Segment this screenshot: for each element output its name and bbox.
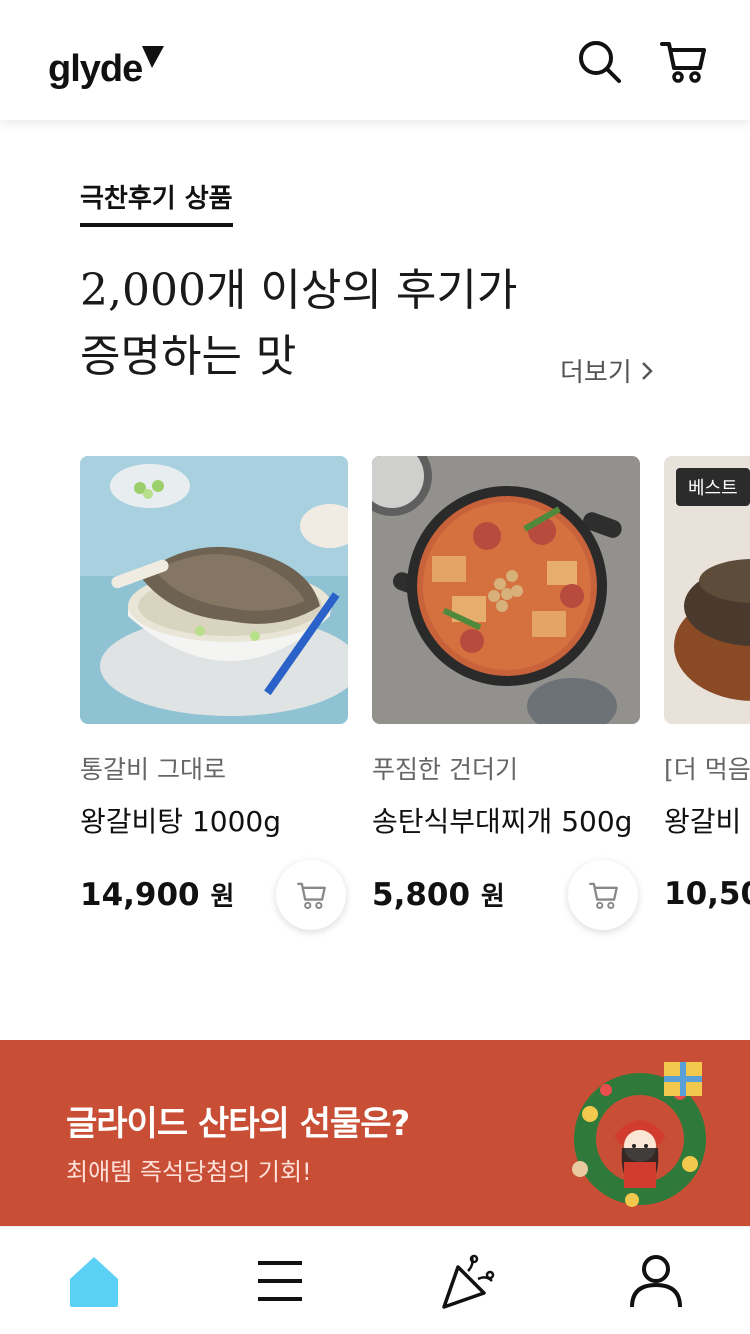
profile-icon[interactable]	[628, 1253, 684, 1309]
chevron-right-icon	[641, 361, 653, 380]
product-image-galbitang[interactable]	[80, 456, 348, 724]
promo-banner[interactable]: 글라이드 산타의 선물은? 최애템 즉석당첨의 기회!	[0, 1040, 750, 1226]
product-price: 14,900 원	[80, 876, 234, 913]
banner-title: 글라이드 산타의 선물은?	[66, 1104, 410, 1144]
product-image-budaejjigae[interactable]	[372, 456, 640, 724]
price-currency: 원	[210, 882, 235, 912]
best-badge: 베스트	[676, 468, 750, 506]
more-link[interactable]: 더보기	[560, 352, 656, 389]
headline-line-2: 증명하는 맛	[80, 331, 297, 382]
product-carousel[interactable]: 통갈비 그대로 왕갈비탕 1000g 14,900 원 푸짐한 건더기 송탄식부…	[0, 456, 750, 956]
cart-icon	[589, 882, 618, 910]
product-card[interactable]: 베스트 [더 먹음 왕갈비 10,50	[664, 456, 750, 912]
section-tag: 극찬후기 상품	[80, 178, 233, 227]
bottom-tab-bar	[0, 1226, 750, 1334]
product-subtitle: 통갈비 그대로	[80, 755, 226, 784]
product-name[interactable]: 왕갈비	[664, 800, 750, 840]
product-image-galbi[interactable]: 베스트	[664, 456, 750, 724]
cart-icon	[297, 882, 326, 910]
cart-icon[interactable]	[660, 38, 706, 84]
santa-wreath-illustration	[572, 1062, 706, 1207]
app-header: glyde	[0, 0, 750, 120]
price-currency: 원	[480, 882, 505, 912]
add-to-cart-button[interactable]	[568, 860, 638, 930]
banner-subtitle: 최애템 즉석당첨의 기회!	[66, 1158, 312, 1186]
product-card[interactable]: 통갈비 그대로 왕갈비탕 1000g 14,900 원	[80, 456, 348, 930]
logo[interactable]: glyde	[48, 48, 143, 91]
product-name[interactable]: 송탄식부대찌개 500g	[372, 800, 640, 840]
product-subtitle: [더 먹음	[664, 755, 750, 784]
search-icon[interactable]	[576, 38, 622, 84]
price-value: 5,800	[372, 877, 471, 913]
price-value: 10,50	[664, 876, 750, 912]
product-price: 5,800 원	[372, 876, 505, 913]
section-headline: 2,000개 이상의 후기가 증명하는 맛	[80, 258, 620, 390]
home-icon[interactable]	[66, 1253, 122, 1309]
product-name[interactable]: 왕갈비탕 1000g	[80, 800, 348, 840]
add-to-cart-button[interactable]	[276, 860, 346, 930]
price-value: 14,900	[80, 877, 200, 913]
menu-icon[interactable]	[252, 1253, 308, 1309]
headline-line-1: 2,000개 이상의 후기가	[80, 265, 518, 316]
logo-arrow-icon	[142, 46, 164, 68]
party-icon[interactable]	[440, 1253, 496, 1309]
more-label: 더보기	[560, 358, 632, 388]
product-price: 10,50	[664, 876, 750, 912]
product-subtitle: 푸짐한 건더기	[372, 755, 518, 784]
product-card[interactable]: 푸짐한 건더기 송탄식부대찌개 500g 5,800 원	[372, 456, 640, 930]
